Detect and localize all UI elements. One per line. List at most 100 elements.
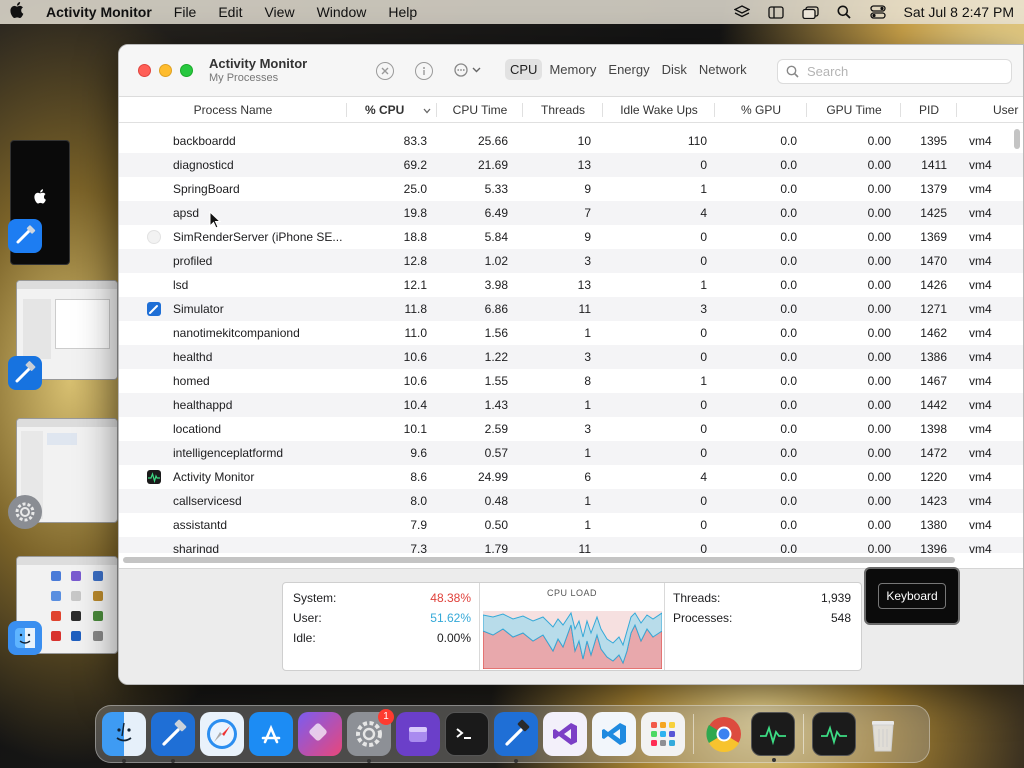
process-name: intelligenceplatformd (173, 446, 284, 460)
spotlight-search-icon[interactable] (835, 5, 853, 19)
dock-terminal-icon[interactable] (445, 712, 489, 756)
menu-edit[interactable]: Edit (218, 4, 242, 20)
cell-wake: 4 (700, 206, 707, 220)
processes-label: Processes: (673, 611, 733, 625)
column-pid[interactable]: PID (901, 97, 957, 123)
zoom-window-button[interactable] (180, 64, 193, 77)
table-row[interactable]: healthd 10.6 1.22 3 0 0.0 0.00 1386 vm4 (119, 345, 1023, 369)
menu-clock[interactable]: Sat Jul 8 2:47 PM (903, 4, 1014, 20)
layers-icon[interactable] (733, 5, 751, 19)
menu-file[interactable]: File (174, 4, 197, 20)
table-header: Process Name % CPU CPU Time Threads Idle… (119, 97, 1023, 123)
simulator-app-icon[interactable] (8, 219, 42, 253)
cell-user: vm4 (969, 326, 992, 340)
sidebar-icon[interactable] (767, 5, 785, 19)
apple-menu-icon[interactable] (10, 2, 28, 22)
keyboard-overlay-button[interactable]: Keyboard (864, 567, 960, 625)
info-icon[interactable] (415, 62, 433, 80)
more-actions-button[interactable] (454, 63, 481, 77)
table-row[interactable]: healthappd 10.4 1.43 1 0 0.0 0.00 1442 vm4 (119, 393, 1023, 417)
menu-help[interactable]: Help (388, 4, 417, 20)
tab-memory[interactable]: Memory (544, 59, 601, 80)
cell-pid: 1467 (920, 374, 947, 388)
column-threads[interactable]: Threads (523, 97, 603, 123)
dock-system-settings-icon[interactable]: 1 (347, 709, 394, 763)
search-field[interactable] (777, 59, 1012, 84)
column-cpu-percent[interactable]: % CPU (347, 97, 437, 123)
xcode-app-icon[interactable] (8, 356, 42, 390)
minimize-window-button[interactable] (159, 64, 172, 77)
cell-time: 5.84 (484, 230, 508, 244)
table-row[interactable]: apsd 19.8 6.49 7 4 0.0 0.00 1425 vm4 (119, 201, 1023, 225)
stop-process-icon[interactable] (376, 62, 394, 80)
dock-trash-icon[interactable] (861, 712, 905, 756)
horizontal-scrollbar[interactable] (123, 557, 955, 563)
menu-view[interactable]: View (264, 4, 294, 20)
cell-gtime: 0.00 (867, 542, 891, 553)
table-row[interactable]: nanotimekitcompaniond 11.0 1.56 1 0 0.0 0.00 14… (119, 321, 1023, 345)
column-gpu-percent[interactable]: % GPU (715, 97, 807, 123)
cell-cpu: 11.0 (404, 326, 427, 340)
table-row[interactable]: assistantd 7.9 0.50 1 0 0.0 0.00 1380 vm4 (119, 513, 1023, 537)
dock-minimized-activity-monitor-icon[interactable] (812, 712, 856, 756)
cell-gpu: 0.0 (780, 350, 797, 364)
system-settings-app-icon[interactable] (8, 495, 42, 529)
tab-disk[interactable]: Disk (657, 59, 692, 80)
table-row[interactable]: homed 10.6 1.55 8 1 0.0 0.00 1467 vm4 (119, 369, 1023, 393)
dock-xcode-beta-icon[interactable] (494, 712, 538, 763)
search-input[interactable] (807, 64, 1007, 79)
tab-network[interactable]: Network (694, 59, 752, 80)
cell-threads: 13 (577, 278, 591, 292)
cell-pid: 1379 (920, 182, 947, 196)
windows-icon[interactable] (801, 5, 819, 19)
dock-launchpad-icon[interactable] (641, 712, 685, 756)
table-row[interactable]: Activity Monitor 8.6 24.99 6 4 0.0 0.00 1220 vm4 (119, 465, 1023, 489)
dock-safari-icon[interactable] (200, 712, 244, 756)
cell-threads: 11 (578, 542, 591, 553)
vertical-scrollbar[interactable] (1014, 129, 1020, 149)
cpu-load-title: CPU LOAD (546, 588, 597, 598)
table-row[interactable]: diagnosticd 69.2 21.69 13 0 0.0 0.00 1411 vm4 (119, 153, 1023, 177)
cell-wake: 0 (700, 494, 707, 508)
column-user[interactable]: User (993, 97, 1023, 123)
column-process-name[interactable]: Process Name (119, 97, 347, 123)
finder-app-icon[interactable] (8, 621, 42, 655)
cell-wake: 1 (700, 182, 707, 196)
table-row[interactable]: Simulator 11.8 6.86 11 3 0.0 0.00 1271 vm4 (119, 297, 1023, 321)
dock-finder-icon[interactable] (102, 712, 146, 763)
table-row[interactable]: backboardd 83.3 25.66 10 110 0.0 0.00 1395 vm4 (119, 129, 1023, 153)
table-row[interactable]: SpringBoard 25.0 5.33 9 1 0.0 0.00 1379 vm4 (119, 177, 1023, 201)
table-row[interactable]: SimRenderServer (iPhone SE... 18.8 5.84 9 0 0… (119, 225, 1023, 249)
dock-vscode-icon[interactable] (592, 712, 636, 756)
dock-app-store-icon[interactable] (249, 712, 293, 756)
dock-xcode-icon[interactable] (151, 712, 195, 763)
menu-app-name[interactable]: Activity Monitor (46, 4, 152, 20)
cell-cpu: 18.8 (403, 230, 427, 244)
table-row[interactable]: callservicesd 8.0 0.48 1 0 0.0 0.00 1423 vm4 (119, 489, 1023, 513)
system-value: 48.38% (430, 591, 471, 605)
menu-window[interactable]: Window (317, 4, 367, 20)
cell-threads: 13 (577, 158, 591, 172)
table-row[interactable]: profiled 12.8 1.02 3 0 0.0 0.00 1470 vm4 (119, 249, 1023, 273)
close-window-button[interactable] (138, 64, 151, 77)
dock-chrome-icon[interactable] (702, 712, 746, 756)
dock-activity-monitor-icon[interactable] (751, 712, 795, 762)
dock-visual-studio-icon[interactable] (543, 712, 587, 756)
processes-value: 548 (830, 611, 851, 625)
cell-threads: 1 (584, 494, 591, 508)
dock-shortcuts-icon[interactable] (298, 712, 342, 756)
table-row[interactable]: lsd 12.1 3.98 13 1 0.0 0.00 1426 vm4 (119, 273, 1023, 297)
cell-pid: 1380 (920, 518, 947, 532)
tab-cpu[interactable]: CPU (505, 59, 543, 80)
cell-threads: 6 (584, 470, 591, 484)
dock-notes-stack-icon[interactable] (396, 712, 440, 756)
table-row[interactable]: intelligenceplatformd 9.6 0.57 1 0 0.0 0.00 147… (119, 441, 1023, 465)
cell-user: vm4 (969, 278, 992, 292)
column-idle-wake-ups[interactable]: Idle Wake Ups (603, 97, 715, 123)
tab-energy[interactable]: Energy (603, 59, 654, 80)
column-gpu-time[interactable]: GPU Time (807, 97, 901, 123)
table-row[interactable]: locationd 10.1 2.59 3 0 0.0 0.00 1398 vm4 (119, 417, 1023, 441)
control-center-icon[interactable] (869, 5, 887, 19)
column-cpu-time[interactable]: CPU Time (437, 97, 523, 123)
table-row[interactable]: sharingd 7.3 1.79 11 0 0.0 0.00 1396 vm4 (119, 537, 1023, 553)
